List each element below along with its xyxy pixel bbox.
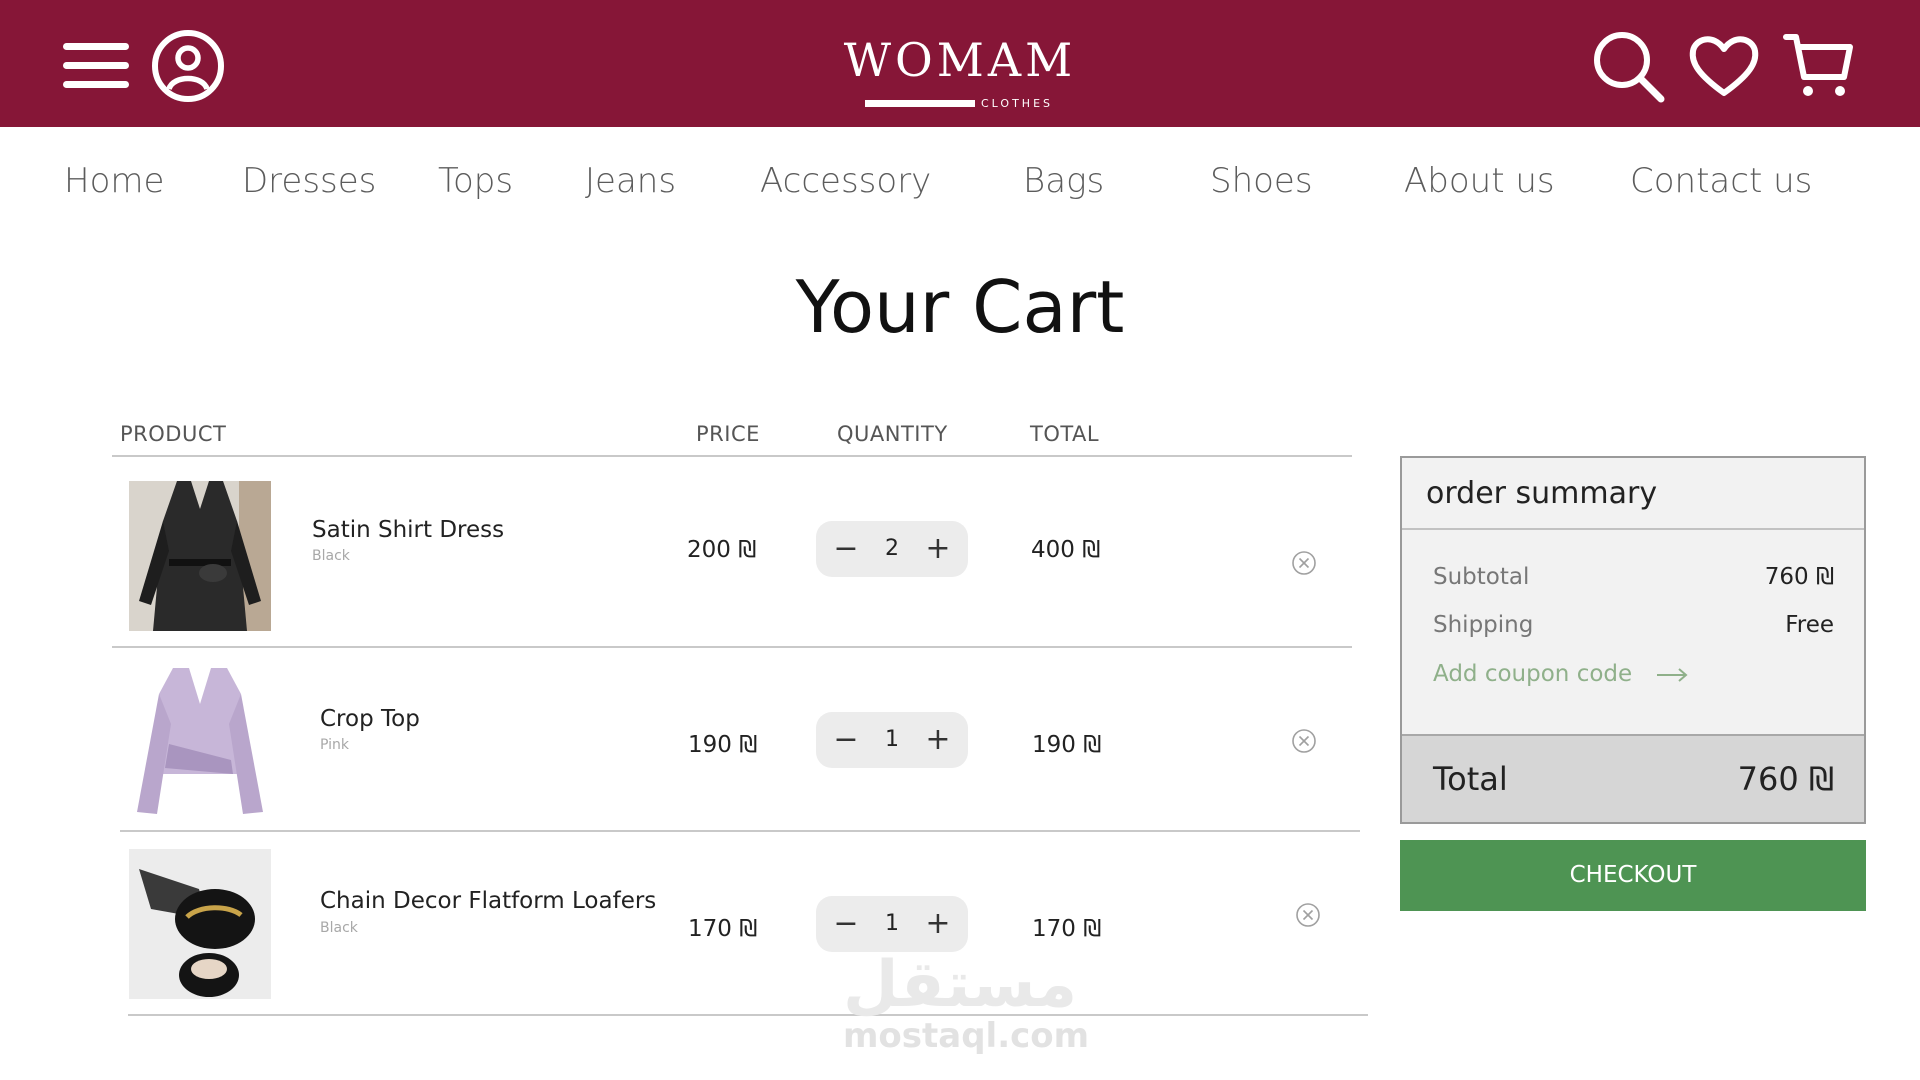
close-circle-icon bbox=[1292, 551, 1316, 575]
table-row: Chain Decor Flatform Loafers Black 170 ₪… bbox=[0, 832, 1400, 1022]
watermark-arabic: مستقل bbox=[843, 948, 1078, 1022]
brand-logo[interactable]: WOMAM CLOTHES bbox=[843, 34, 1077, 114]
table-row: Crop Top Pink 190 ₪ − 1 + 190 ₪ bbox=[0, 648, 1400, 838]
menu-icon bbox=[63, 43, 129, 88]
nav-bags[interactable]: Bags bbox=[1023, 161, 1104, 201]
nav-home[interactable]: Home bbox=[64, 161, 164, 201]
cart-button[interactable] bbox=[1781, 28, 1857, 104]
shoe-image-icon bbox=[129, 849, 271, 999]
quantity-stepper: − 2 + bbox=[816, 521, 968, 577]
remove-item-button[interactable] bbox=[1291, 550, 1317, 576]
increase-quantity-button[interactable]: + bbox=[918, 529, 958, 569]
close-circle-icon bbox=[1292, 729, 1316, 753]
quantity-value[interactable]: 1 bbox=[866, 720, 918, 760]
product-image-crop-top[interactable] bbox=[129, 664, 271, 814]
nav-about-us[interactable]: About us bbox=[1404, 161, 1555, 201]
top-header: WOMAM CLOTHES bbox=[0, 0, 1920, 127]
wishlist-button[interactable] bbox=[1686, 28, 1762, 104]
col-header-price: PRICE bbox=[696, 422, 760, 446]
subtotal-value: 760 ₪ bbox=[1764, 564, 1834, 590]
row-divider bbox=[128, 1014, 1368, 1016]
remove-item-button[interactable] bbox=[1295, 902, 1321, 928]
increase-quantity-button[interactable]: + bbox=[918, 720, 958, 760]
product-color: Black bbox=[312, 548, 350, 564]
menu-button[interactable] bbox=[58, 28, 134, 104]
shipping-value: Free bbox=[1785, 612, 1834, 638]
nav-tops[interactable]: Tops bbox=[438, 161, 513, 201]
nav-contact-us[interactable]: Contact us bbox=[1630, 161, 1812, 201]
decrease-quantity-button[interactable]: − bbox=[826, 720, 866, 760]
product-total: 400 ₪ bbox=[1031, 537, 1101, 563]
remove-item-button[interactable] bbox=[1291, 728, 1317, 754]
quantity-stepper: − 1 + bbox=[816, 712, 968, 768]
product-price: 170 ₪ bbox=[688, 916, 758, 942]
heart-icon bbox=[1689, 36, 1759, 96]
checkout-button[interactable]: CHECKOUT bbox=[1400, 840, 1866, 911]
arrow-right-icon bbox=[1657, 667, 1689, 682]
quantity-value[interactable]: 1 bbox=[866, 904, 918, 944]
product-image-chain-decor-flatform-loafers[interactable] bbox=[129, 849, 271, 999]
order-summary-title: order summary bbox=[1426, 476, 1658, 511]
shipping-label: Shipping bbox=[1433, 612, 1534, 638]
quantity-stepper: − 1 + bbox=[816, 896, 968, 952]
search-icon bbox=[1594, 32, 1665, 103]
product-price: 200 ₪ bbox=[687, 537, 757, 563]
order-total-row: Total 760 ₪ bbox=[1402, 734, 1864, 822]
nav-jeans[interactable]: Jeans bbox=[585, 161, 676, 201]
total-value: 760 ₪ bbox=[1737, 760, 1834, 798]
quantity-value[interactable]: 2 bbox=[866, 529, 918, 569]
order-summary-header: order summary bbox=[1402, 458, 1864, 530]
table-row: Satin Shirt Dress Black 200 ₪ − 2 + 400 … bbox=[0, 457, 1400, 647]
nav-dresses[interactable]: Dresses bbox=[242, 161, 376, 201]
logo-subtitle: CLOTHES bbox=[981, 97, 1053, 110]
col-header-total: TOTAL bbox=[1030, 422, 1100, 446]
dress-image-icon bbox=[129, 481, 271, 631]
product-name[interactable]: Crop Top bbox=[320, 704, 420, 734]
add-coupon-link[interactable]: Add coupon code bbox=[1433, 659, 1689, 689]
top-image-icon bbox=[129, 664, 271, 814]
subtotal-label: Subtotal bbox=[1433, 564, 1530, 590]
product-image-satin-shirt-dress[interactable] bbox=[129, 481, 271, 631]
product-price: 190 ₪ bbox=[688, 732, 758, 758]
cart-icon bbox=[1783, 34, 1853, 96]
main-nav: Home Dresses Tops Jeans Accessory Bags S… bbox=[0, 127, 1920, 237]
search-button[interactable] bbox=[1590, 28, 1666, 104]
product-total: 170 ₪ bbox=[1032, 916, 1102, 942]
product-color: Pink bbox=[320, 737, 350, 753]
nav-shoes[interactable]: Shoes bbox=[1210, 161, 1313, 201]
col-header-quantity: QUANTITY bbox=[837, 422, 948, 446]
user-icon bbox=[152, 30, 224, 102]
close-circle-icon bbox=[1296, 903, 1320, 927]
product-total: 190 ₪ bbox=[1032, 732, 1102, 758]
watermark-logo: mostaql.com bbox=[843, 1016, 1090, 1056]
product-color: Black bbox=[320, 920, 358, 936]
nav-accessory[interactable]: Accessory bbox=[760, 161, 931, 201]
product-name[interactable]: Satin Shirt Dress bbox=[312, 515, 504, 545]
logo-wordmark: WOMAM bbox=[843, 33, 1077, 87]
increase-quantity-button[interactable]: + bbox=[918, 904, 958, 944]
order-summary: order summary Subtotal 760 ₪ Shipping Fr… bbox=[1400, 456, 1866, 824]
decrease-quantity-button[interactable]: − bbox=[826, 904, 866, 944]
col-header-product: PRODUCT bbox=[120, 422, 227, 446]
coupon-label: Add coupon code bbox=[1433, 661, 1633, 687]
decrease-quantity-button[interactable]: − bbox=[826, 529, 866, 569]
logo-underline bbox=[865, 100, 975, 107]
total-label: Total bbox=[1433, 760, 1508, 798]
product-name[interactable]: Chain Decor Flatform Loafers bbox=[320, 886, 656, 916]
account-button[interactable] bbox=[150, 28, 226, 104]
page-title: Your Cart bbox=[795, 265, 1125, 349]
